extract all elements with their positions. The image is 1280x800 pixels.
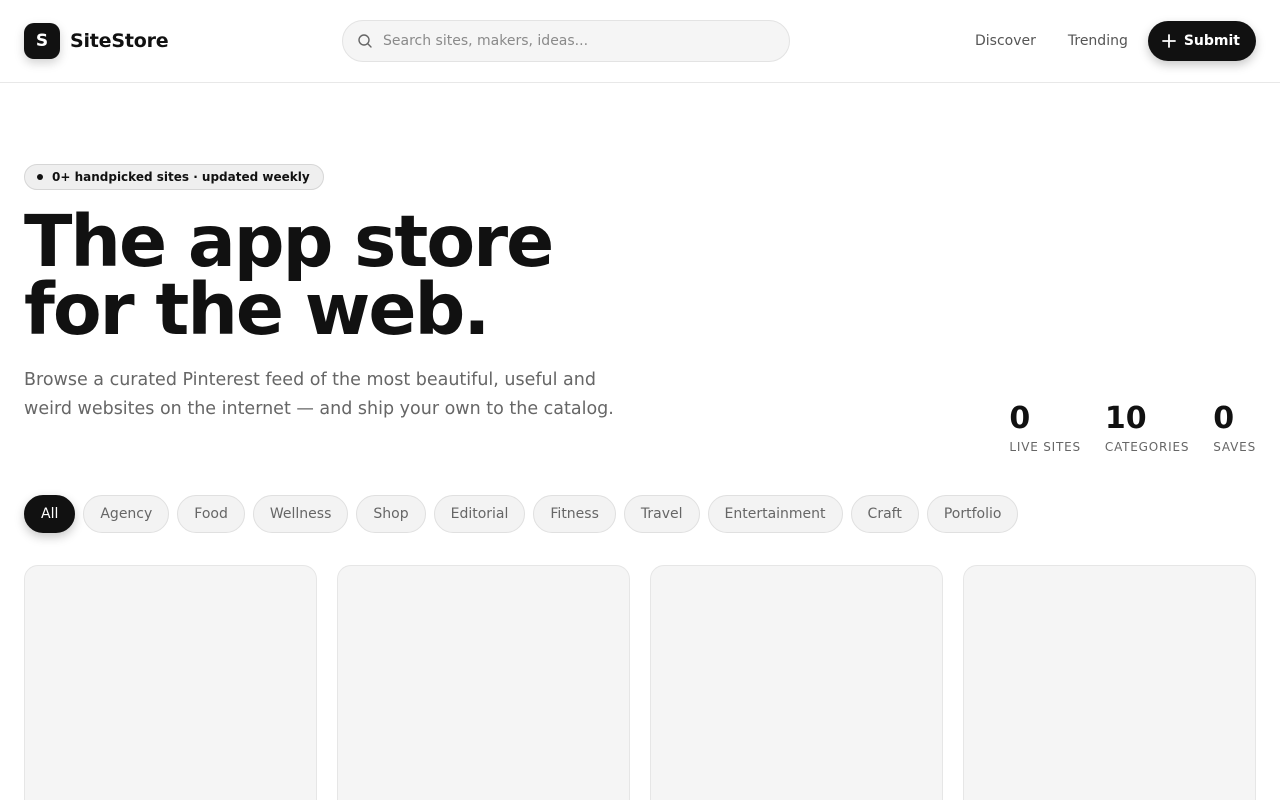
main-nav: Discover Trending Submit (975, 21, 1256, 61)
site-card-placeholder[interactable] (24, 565, 317, 800)
stat-live-sites: 0 LIVE SITES (1009, 401, 1081, 455)
stat-value: 0 (1213, 401, 1235, 436)
chip-agency[interactable]: Agency (83, 495, 170, 533)
hero-title: The app store for the web. (24, 200, 554, 351)
brand-name: SiteStore (70, 30, 169, 52)
chip-wellness[interactable]: Wellness (252, 495, 349, 533)
nav-link-discover[interactable]: Discover (975, 21, 1036, 61)
chip-fitness[interactable]: Fitness (533, 495, 616, 533)
stat-label: CATEGORIES (1104, 440, 1190, 454)
site-card-placeholder[interactable] (963, 565, 1256, 800)
submit-label: Submit (1183, 33, 1240, 49)
chip-all[interactable]: All (24, 495, 76, 533)
dot-icon (37, 174, 43, 180)
logo[interactable]: S SiteStore (24, 23, 169, 59)
chip-food[interactable]: Food (177, 495, 245, 533)
hero-badge: 0+ handpicked sites · updated weekly (24, 164, 324, 190)
chip-shop[interactable]: Shop (356, 495, 426, 533)
plus-icon (1161, 34, 1176, 48)
hero-title-line-1: The app store (24, 200, 554, 283)
search-bar[interactable] (342, 20, 790, 62)
search-icon (357, 33, 373, 49)
stat-label: LIVE SITES (1009, 440, 1081, 454)
chip-travel[interactable]: Travel (623, 495, 700, 533)
site-card-placeholder[interactable] (650, 565, 943, 800)
chip-portfolio[interactable]: Portfolio (926, 495, 1019, 533)
stat-categories: 10 CATEGORIES (1104, 401, 1190, 455)
chip-editorial[interactable]: Editorial (433, 495, 526, 533)
chip-craft[interactable]: Craft (850, 495, 919, 533)
hero-title-line-2: for the web. (24, 268, 490, 351)
chip-entertainment[interactable]: Entertainment (707, 495, 843, 533)
nav-link-trending[interactable]: Trending (1068, 21, 1128, 61)
hero-subtitle: Browse a curated Pinterest feed of the m… (24, 370, 614, 419)
stat-value: 0 (1009, 401, 1031, 436)
stat-label: SAVES (1213, 440, 1256, 454)
stat-value: 10 (1104, 401, 1147, 436)
stats: 0 LIVE SITES 10 CATEGORIES 0 SAVES (985, 401, 1256, 455)
submit-button[interactable]: Submit (1147, 21, 1256, 61)
site-grid (24, 565, 1256, 800)
hero-badge-text: 0+ handpicked sites · updated weekly (52, 170, 310, 184)
search-input[interactable] (383, 33, 783, 49)
top-bar: S SiteStore Discover Trending Submit (0, 0, 1280, 83)
stat-saves: 0 SAVES (1213, 401, 1256, 455)
logo-mark: S (24, 23, 60, 59)
site-card-placeholder[interactable] (337, 565, 630, 800)
category-filter: All Agency Food Wellness Shop Editorial … (24, 495, 1026, 533)
